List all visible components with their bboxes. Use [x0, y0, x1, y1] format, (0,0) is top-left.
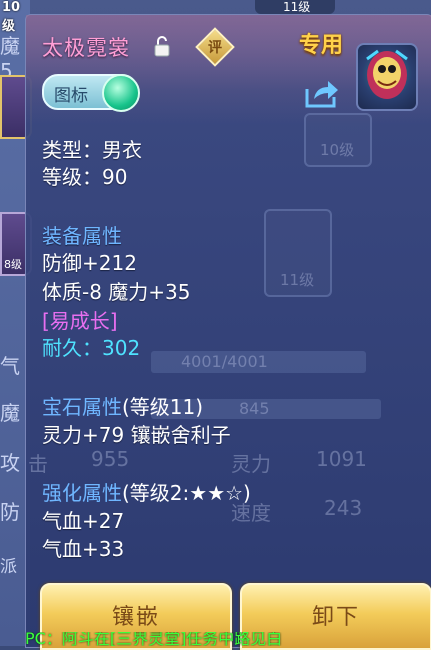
enhance-section-level: (等级2:★★☆) — [122, 481, 251, 505]
ghost-mp-text: 845 — [239, 399, 270, 418]
equip-stat-defense: 防御+212 — [42, 251, 137, 275]
ghost-hp-text: 4001/4001 — [181, 352, 268, 371]
left-label-hp: 气 — [0, 354, 20, 378]
enhance-stat-2: 气血+33 — [42, 537, 125, 561]
left-label-mp: 魔 — [0, 401, 20, 425]
item-level: 等级：90 — [42, 165, 128, 189]
item-icon — [356, 43, 418, 111]
ghost-attack-label: 击 — [28, 452, 48, 476]
gem-section-label: 宝石属性 — [42, 395, 122, 419]
ghost-hp-bar: 4001/4001 — [151, 351, 366, 373]
gem-stats: 灵力+79 镶嵌舍利子 — [42, 423, 231, 447]
icon-toggle-label: 图标 — [54, 86, 88, 106]
equip-section-title: 装备属性 — [42, 224, 122, 248]
toggle-knob — [102, 74, 140, 112]
gem-section-level: (等级11) — [122, 395, 204, 419]
top-strip-level: 11级 — [283, 0, 311, 14]
enhance-stat-1: 气血+27 — [42, 509, 125, 533]
lock-icon[interactable] — [154, 35, 170, 57]
inlay-button-label: 镶嵌 — [111, 605, 160, 630]
icon-toggle[interactable]: 图标 — [42, 74, 140, 112]
slot-level: 8级 — [4, 258, 22, 271]
enhance-section-title: 强化属性(等级2:★★☆) — [42, 477, 251, 506]
growth-tag: [易成长] — [42, 309, 118, 333]
left-label-sect: 派 — [0, 557, 17, 577]
ghost-spirit-label: 灵力 — [231, 452, 271, 476]
share-icon[interactable] — [304, 77, 340, 109]
ghost-slot-b: 11级 — [264, 209, 332, 297]
left-label-defense: 防 — [0, 500, 20, 524]
durability: 耐久：302 — [42, 336, 141, 360]
ghost-slot-b-level: 11级 — [280, 271, 315, 289]
ghost-attack-value: 955 — [91, 447, 130, 471]
rate-label: 评 — [208, 40, 222, 56]
enhance-section-label: 强化属性 — [42, 481, 122, 505]
gem-section-title: 宝石属性(等级11) — [42, 391, 203, 420]
ghost-speed-value: 243 — [324, 496, 363, 520]
equip-stat-body-magic: 体质-8 魔力+35 — [42, 280, 191, 304]
ghost-slot-a-level: 10级 — [320, 141, 355, 159]
unequip-button-label: 卸下 — [311, 605, 360, 630]
ghost-slot-a: 10级 — [304, 113, 372, 167]
top-item-strip: 11级 — [255, 0, 335, 14]
item-name: 太极霓裳 — [42, 36, 130, 60]
ghost-spirit-value: 1091 — [316, 447, 367, 471]
left-label-attack: 攻 — [0, 451, 20, 475]
item-detail-popup: 10级 11级 4001/4001 845 击 955 灵力 1091 速度 2… — [25, 14, 431, 648]
system-message-banner: PC：阿斗在[三界灵堂]任务中路见白 — [25, 632, 283, 646]
exclusive-tag: 专用 — [299, 33, 344, 58]
item-type: 类型：男衣 — [42, 138, 142, 162]
